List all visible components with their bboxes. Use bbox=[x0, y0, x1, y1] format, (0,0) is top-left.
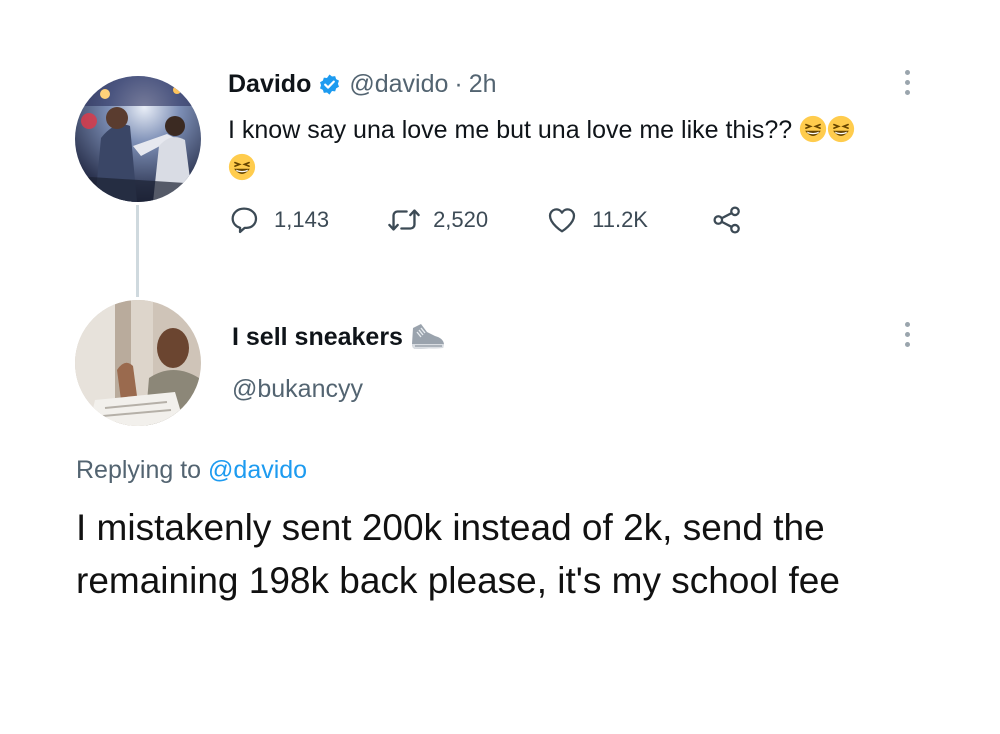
reply-count: 1,143 bbox=[274, 207, 330, 232]
share-icon bbox=[713, 206, 740, 234]
more-options-icon[interactable] bbox=[905, 70, 911, 95]
thread-connector-line bbox=[136, 205, 139, 297]
like-count: 11.2K bbox=[592, 207, 648, 232]
user-handle[interactable]: @davido bbox=[349, 70, 448, 99]
laughing-emoji-icon bbox=[828, 115, 855, 143]
more-options-icon[interactable] bbox=[905, 322, 911, 347]
sneaker-emoji-icon bbox=[411, 324, 444, 349]
display-name[interactable]: I sell sneakers bbox=[232, 323, 403, 352]
verified-badge-icon bbox=[320, 74, 340, 95]
user-handle[interactable]: @bukancyy bbox=[232, 375, 363, 404]
avatar-bukancyy[interactable] bbox=[75, 300, 201, 426]
reply-header: I sell sneakers bbox=[232, 322, 447, 352]
reply-tweet-text: I mistakenly sent 200k instead of 2k, se… bbox=[76, 507, 840, 601]
laughing-emoji-icon bbox=[228, 153, 256, 181]
retweet-icon bbox=[388, 209, 420, 231]
display-name[interactable]: Davido bbox=[228, 70, 311, 99]
tweet-body: I know say una love me but una love me l… bbox=[228, 116, 793, 144]
reply-button[interactable]: 1,143 bbox=[228, 204, 329, 236]
laughing-emoji-icon bbox=[800, 115, 827, 143]
tweet-header: Davido @davido · 2h bbox=[228, 70, 497, 99]
replying-to-line: Replying to @davido bbox=[76, 456, 307, 485]
tweet-actions: 1,143 2,520 11.2K bbox=[228, 204, 744, 236]
share-button[interactable] bbox=[710, 204, 744, 236]
timestamp[interactable]: 2h bbox=[469, 70, 497, 99]
replying-to-label: Replying to bbox=[76, 456, 202, 484]
replying-to-handle-link[interactable]: @davido bbox=[208, 456, 307, 484]
retweet-button[interactable]: 2,520 bbox=[387, 204, 488, 236]
avatar-davido[interactable] bbox=[75, 76, 201, 202]
tweet-text: I know say una love me but una love me l… bbox=[228, 111, 928, 187]
separator: · bbox=[454, 70, 463, 98]
retweet-count: 2,520 bbox=[433, 207, 489, 232]
reply-icon bbox=[231, 207, 258, 234]
heart-icon bbox=[548, 208, 576, 233]
like-button[interactable]: 11.2K bbox=[546, 204, 648, 236]
